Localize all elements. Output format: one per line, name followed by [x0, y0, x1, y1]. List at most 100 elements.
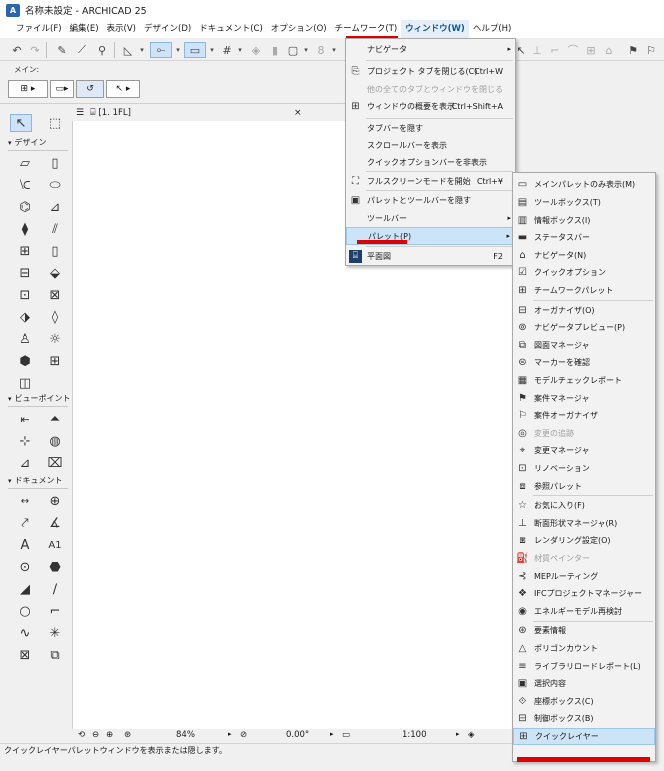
marquee-icon[interactable]: ⬚ — [44, 114, 66, 132]
label-tool-icon[interactable]: A1 — [44, 536, 66, 554]
palette-item-quick-options[interactable]: ☑ クイックオプション — [513, 264, 655, 282]
menu-item-fullscreen[interactable]: ⛶ フルスクリーンモードを開始 Ctrl+¥ — [346, 172, 515, 190]
menu-item-floor-plan[interactable]: ⌸ 平面図 F2 — [346, 247, 515, 265]
stair-icon[interactable]: ⧫ — [14, 220, 36, 238]
scale-value[interactable]: 1:100 — [402, 730, 427, 740]
slab-icon[interactable]: ⬭ — [44, 176, 66, 194]
palette-item-marker-check[interactable]: ⊜ マーカーを確認 — [513, 354, 655, 372]
renovation-filter-icon[interactable]: 8 — [314, 42, 328, 58]
menu-item-window-overview[interactable]: ⊞ ウィンドウの概要を表示 Ctrl+Shift+A — [346, 97, 515, 115]
palette-item-reference[interactable]: ⧈ 参照パレット — [513, 477, 655, 495]
floor-plan-tab-label[interactable]: [1. 1FL] — [98, 108, 130, 118]
zoom-out-icon[interactable]: ⊖ — [92, 730, 99, 740]
wall-icon[interactable]: ▱ — [14, 154, 36, 172]
zoom-in-icon[interactable]: ⊕ — [106, 730, 113, 740]
palette-item-energy-model[interactable]: ◉ エネルギーモデル再検討 — [513, 602, 655, 620]
arrow-tool-icon[interactable]: ↖ — [516, 42, 526, 58]
grid-system-icon[interactable]: ⊞ — [44, 352, 66, 370]
skylight-icon[interactable]: ⬙ — [44, 264, 66, 282]
snap-guides-icon[interactable]: ▭ — [184, 42, 206, 58]
radial-dimension-icon[interactable]: ⤤ — [14, 514, 36, 532]
menu-edit[interactable]: 編集(E) — [66, 20, 103, 38]
palette-item-status-bar[interactable]: ▬ ステータスバー — [513, 229, 655, 247]
palette-item-element-info[interactable]: ⊛ 要素情報 — [513, 622, 655, 640]
zoom-value[interactable]: 84% — [176, 730, 195, 740]
redo-icon[interactable]: ↷ — [28, 42, 42, 58]
angle-value[interactable]: 0.00° — [286, 730, 309, 740]
angle-dropdown-icon[interactable]: ▸ — [330, 730, 334, 738]
menu-design[interactable]: デザイン(D) — [140, 20, 195, 38]
issue-organizer-icon[interactable]: ⚐ — [644, 42, 658, 58]
palette-item-library-report[interactable]: ≡ ライブラリロードレポート(L) — [513, 657, 655, 675]
suspend-groups-icon[interactable]: ◺ — [120, 42, 136, 58]
dropdown-arrow-icon[interactable]: ▾ — [236, 42, 244, 58]
corner-window-icon[interactable]: ⊠ — [44, 286, 66, 304]
menu-item-close-project-tab[interactable]: ⎘ プロジェクト タブを閉じる(C) Ctrl+W — [346, 62, 515, 80]
dropdown-arrow-icon[interactable]: ▾ — [174, 42, 182, 58]
mesh-icon[interactable]: ◊ — [44, 308, 66, 326]
zoom-dropdown-icon[interactable]: ▸ — [228, 730, 232, 738]
shell-icon[interactable]: ⊿ — [44, 198, 66, 216]
angle-dimension-icon[interactable]: ∡ — [44, 514, 66, 532]
selection-method[interactable]: ▭▸ — [50, 80, 74, 98]
morph-icon[interactable]: ⬗ — [14, 308, 36, 326]
palette-item-toolbox[interactable]: ▤ ツールボックス(T) — [513, 194, 655, 212]
fill-icon[interactable]: ⬣ — [44, 558, 66, 576]
trim-icon[interactable]: ⊥ — [530, 42, 544, 58]
palette-item-mep-routing[interactable]: ⊰ MEPルーティング — [513, 567, 655, 585]
detail-icon[interactable]: ⊿ — [14, 454, 36, 472]
palette-item-organizer[interactable]: ⊟ オーガナイザ(O) — [513, 301, 655, 319]
menu-help[interactable]: ヘルプ(H) — [469, 20, 516, 38]
viewpoint-section-header[interactable]: ▾ ビューポイント — [8, 392, 72, 405]
elevation-icon[interactable]: ⏶ — [44, 410, 66, 428]
curtain-wall-icon[interactable]: ⊞ — [14, 242, 36, 260]
layer-selector[interactable]: ⊞ ▸ — [8, 80, 48, 98]
palette-item-ifc-project-manager[interactable]: ❖ IFCプロジェクトマネージャー — [513, 585, 655, 603]
dropdown-arrow-icon[interactable]: ▾ — [330, 42, 338, 58]
text-tool-icon[interactable]: A — [14, 536, 36, 554]
palette-item-quick-layer[interactable]: ⊞ クイックレイヤー — [513, 727, 655, 746]
hotspot-icon[interactable]: ⊙ — [14, 558, 36, 576]
guide-lines-icon[interactable]: ⟜ — [150, 42, 172, 58]
dimension-icon[interactable]: ↔ — [14, 492, 36, 510]
menu-item-hide-tab-bar[interactable]: タブバーを隠す — [346, 119, 515, 137]
palette-item-favorites[interactable]: ☆ お気に入り(F) — [513, 497, 655, 515]
layer-combination-icon[interactable]: ◈ — [248, 42, 264, 58]
beam-icon[interactable]: ⟈ — [14, 176, 36, 194]
palette-item-drawing-manager[interactable]: ⧉ 図面マネージャ — [513, 336, 655, 354]
adjust-icon[interactable]: ⌐ — [548, 42, 562, 58]
hotspot-star-icon[interactable]: ✳ — [44, 624, 66, 642]
split-icon[interactable]: ⊞ — [584, 42, 598, 58]
section-icon[interactable]: ⇤ — [14, 410, 36, 428]
inject-parameters-icon[interactable]: ⟋ — [74, 42, 90, 58]
rotate-view-icon[interactable]: ⟲ — [78, 730, 85, 740]
palette-item-control-box[interactable]: ⊟ 制御ボックス(B) — [513, 710, 655, 728]
pointer-icon[interactable]: ↺ — [76, 80, 104, 98]
pen-set-icon[interactable]: ▮ — [268, 42, 282, 58]
lamp-icon[interactable]: ☼ — [44, 330, 66, 348]
palette-item-rendering-settings[interactable]: ⧆ レンダリング設定(O) — [513, 532, 655, 550]
palette-item-issue-manager[interactable]: ⚑ 案件マネージャ — [513, 389, 655, 407]
tab-menu-icon[interactable]: ☰ — [76, 108, 84, 118]
pick-up-parameters-icon[interactable]: ✎ — [54, 42, 70, 58]
circle-icon[interactable]: ○ — [14, 602, 36, 620]
palette-item-teamwork[interactable]: ⊞ チームワークパレット — [513, 282, 655, 300]
menu-options[interactable]: オプション(O) — [267, 20, 331, 38]
design-section-header[interactable]: ▾ デザイン — [8, 136, 72, 149]
menu-view[interactable]: 表示(V) — [103, 20, 140, 38]
level-dimension-icon[interactable]: ⊕ — [44, 492, 66, 510]
figure-icon[interactable]: ⊠ — [14, 646, 36, 664]
close-tab-icon[interactable]: × — [294, 108, 302, 118]
eyedropper-icon[interactable]: ⚲ — [94, 42, 110, 58]
undo-icon[interactable]: ↶ — [10, 42, 24, 58]
palette-item-selection[interactable]: ▣ 選択内容 — [513, 675, 655, 693]
wall-end-icon[interactable]: ◫ — [14, 374, 36, 392]
orientation-icon[interactable]: ⊘ — [240, 730, 247, 740]
palette-item-change-manager[interactable]: ⌖ 変更マネージャ — [513, 442, 655, 460]
camera-icon[interactable]: ⌧ — [44, 454, 66, 472]
arrow-select-button[interactable]: ↖ ▸ — [106, 80, 140, 98]
palette-item-main-palette[interactable]: ▭ メインパレットのみ表示(M) — [513, 176, 655, 194]
fillet-icon[interactable]: ⌒ — [566, 42, 580, 58]
window-icon[interactable]: ⊟ — [14, 264, 36, 282]
menu-item-hide-quick-options[interactable]: クイックオプションバーを非表示 — [346, 153, 515, 171]
